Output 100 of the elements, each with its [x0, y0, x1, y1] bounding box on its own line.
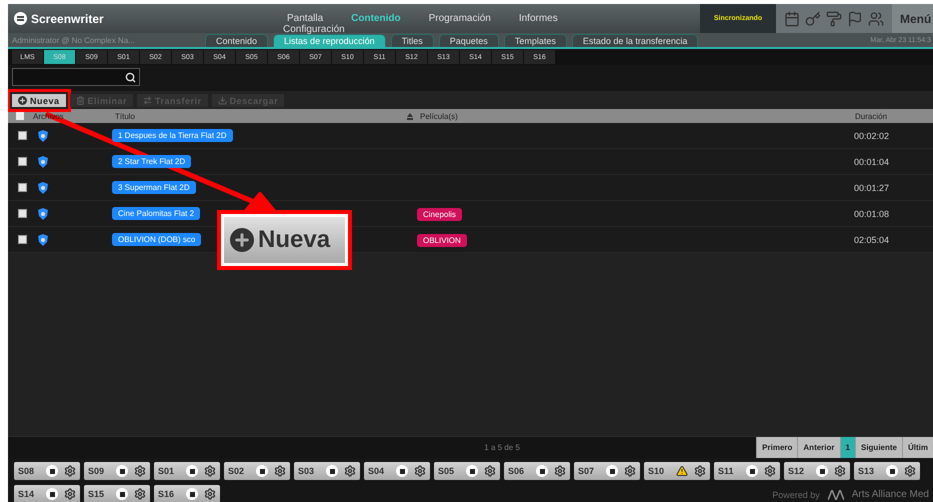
film-tag[interactable]: OBLIVION — [417, 234, 467, 246]
screen-status-chip[interactable]: S16 — [154, 485, 220, 502]
row-checkbox[interactable] — [18, 131, 27, 140]
plus-icon — [230, 228, 254, 252]
page-button[interactable]: 1 — [840, 437, 855, 458]
film-tag[interactable]: Cinepolis — [417, 208, 462, 220]
screen-status-chip[interactable]: S07 — [574, 462, 640, 480]
screen-status-chip[interactable]: S04 — [364, 462, 430, 480]
user-label: Administrator @ No Complex Na... — [11, 36, 136, 44]
powered-by: Powered by — [772, 490, 820, 500]
title-tag[interactable]: Cine Palomitas Flat 2 — [112, 207, 200, 220]
nav-item[interactable]: Pantalla — [273, 13, 338, 24]
screen-status-chip[interactable]: S08 — [14, 462, 80, 480]
row-checkbox[interactable] — [18, 209, 27, 218]
stop-icon — [746, 465, 758, 477]
stop-icon — [46, 465, 58, 477]
stop-icon — [396, 465, 408, 477]
page-button[interactable]: Últim — [902, 437, 933, 458]
gear-icon — [694, 465, 706, 477]
stop-icon — [186, 465, 198, 477]
column-header[interactable]: Duración — [852, 112, 933, 120]
page-button[interactable]: Primero — [756, 437, 798, 458]
stop-icon — [606, 465, 618, 477]
screen-status-chip[interactable]: S09 — [84, 462, 150, 480]
stop-icon — [326, 465, 338, 477]
sub-tab[interactable]: Estado de la transferencia — [572, 34, 698, 47]
stop-icon — [116, 488, 128, 500]
screen-status-chip[interactable]: S11 — [714, 462, 780, 480]
screen-status-chip[interactable]: S14 — [14, 485, 80, 502]
shield-3d-icon — [38, 130, 48, 142]
title-tag[interactable]: 1 Despues de la Tierra Flat 2D — [112, 129, 232, 142]
stop-icon — [186, 488, 198, 500]
page-button[interactable]: Siguiente — [854, 437, 902, 458]
screen-status-chip[interactable]: S06 — [504, 462, 570, 480]
duration-cell-text: 00:01:04 — [853, 156, 890, 166]
toolbar-button[interactable]: Nueva — [12, 94, 66, 107]
screen-status-chip[interactable]: S02 — [224, 462, 290, 480]
brand-logo-icon — [828, 490, 844, 500]
shield-3d-icon — [38, 234, 48, 246]
nav-item[interactable]: Programación — [414, 13, 505, 24]
column-header[interactable]: Título — [112, 112, 136, 120]
gear-icon — [484, 465, 496, 477]
sub-tab[interactable]: Titles — [390, 34, 434, 47]
stop-icon — [256, 465, 268, 477]
gear-icon — [204, 488, 216, 500]
nav-item[interactable]: Informes — [504, 13, 572, 24]
shield-3d-icon — [38, 208, 48, 220]
screen-status-chip[interactable]: S13 — [854, 462, 920, 480]
screen-status-chip[interactable]: S03 — [294, 462, 360, 480]
screen-status-chip[interactable]: S01 — [154, 462, 220, 480]
gear-icon — [204, 465, 216, 477]
gear-icon — [414, 465, 426, 477]
select-all-checkbox[interactable] — [16, 112, 24, 120]
title-tag[interactable]: OBLIVION (DOB) sco — [112, 233, 202, 246]
key-icon[interactable] — [805, 10, 821, 26]
page-button[interactable]: Anterior — [797, 437, 840, 458]
stop-icon — [46, 488, 58, 500]
row-checkbox[interactable] — [18, 235, 27, 244]
search-icon[interactable] — [125, 72, 136, 82]
duration-cell-text: 00:01:27 — [853, 182, 890, 192]
screen-status-chip[interactable]: S05 — [434, 462, 500, 480]
trash-icon — [76, 96, 85, 105]
duration-cell-text: 00:02:02 — [853, 130, 890, 140]
stop-icon — [886, 465, 898, 477]
title-tag[interactable]: 3 Superman Flat 2D — [112, 181, 196, 194]
screen-status-chip[interactable]: S15 — [84, 485, 150, 502]
download-icon — [218, 96, 227, 105]
gear-icon — [274, 465, 286, 477]
gear-icon — [834, 465, 846, 477]
gear-icon — [64, 488, 76, 500]
title-tag[interactable]: 2 Star Trek Flat 2D — [112, 155, 192, 168]
paint-roller-icon[interactable] — [826, 10, 842, 26]
row-checkbox[interactable] — [18, 183, 27, 192]
gear-icon — [134, 488, 146, 500]
stop-icon — [816, 465, 828, 477]
sub-tab[interactable]: Contenido — [205, 34, 268, 47]
page-summary: 1 a 5 de 5 — [483, 443, 521, 452]
menu-link[interactable]: Menú — [892, 4, 933, 33]
logo-icon — [14, 12, 27, 25]
gear-icon — [554, 465, 566, 477]
stop-icon — [466, 465, 478, 477]
sort-icon[interactable] — [407, 112, 413, 120]
flag-icon[interactable] — [847, 10, 863, 26]
nav-dropdown-label[interactable]: Configuración — [283, 24, 345, 35]
search-field[interactable] — [12, 68, 140, 86]
duration-cell-text: 00:01:08 — [853, 208, 890, 218]
row-checkbox[interactable] — [18, 157, 27, 166]
screen-status-chip[interactable]: S10 — [644, 462, 710, 480]
gear-icon — [904, 465, 916, 477]
sub-tab[interactable]: Templates — [504, 34, 567, 47]
gear-icon — [344, 465, 356, 477]
column-header[interactable]: Película(s) — [417, 112, 852, 120]
screen-status-chip[interactable]: S12 — [784, 462, 850, 480]
users-icon[interactable] — [868, 10, 884, 26]
app-logo: Screenwriter — [31, 12, 104, 26]
nav-item[interactable]: Contenido — [337, 13, 415, 24]
sub-tab[interactable]: Paquetes — [438, 34, 499, 47]
gear-icon — [64, 465, 76, 477]
calendar-icon[interactable] — [784, 10, 800, 26]
plus-icon — [18, 96, 27, 105]
